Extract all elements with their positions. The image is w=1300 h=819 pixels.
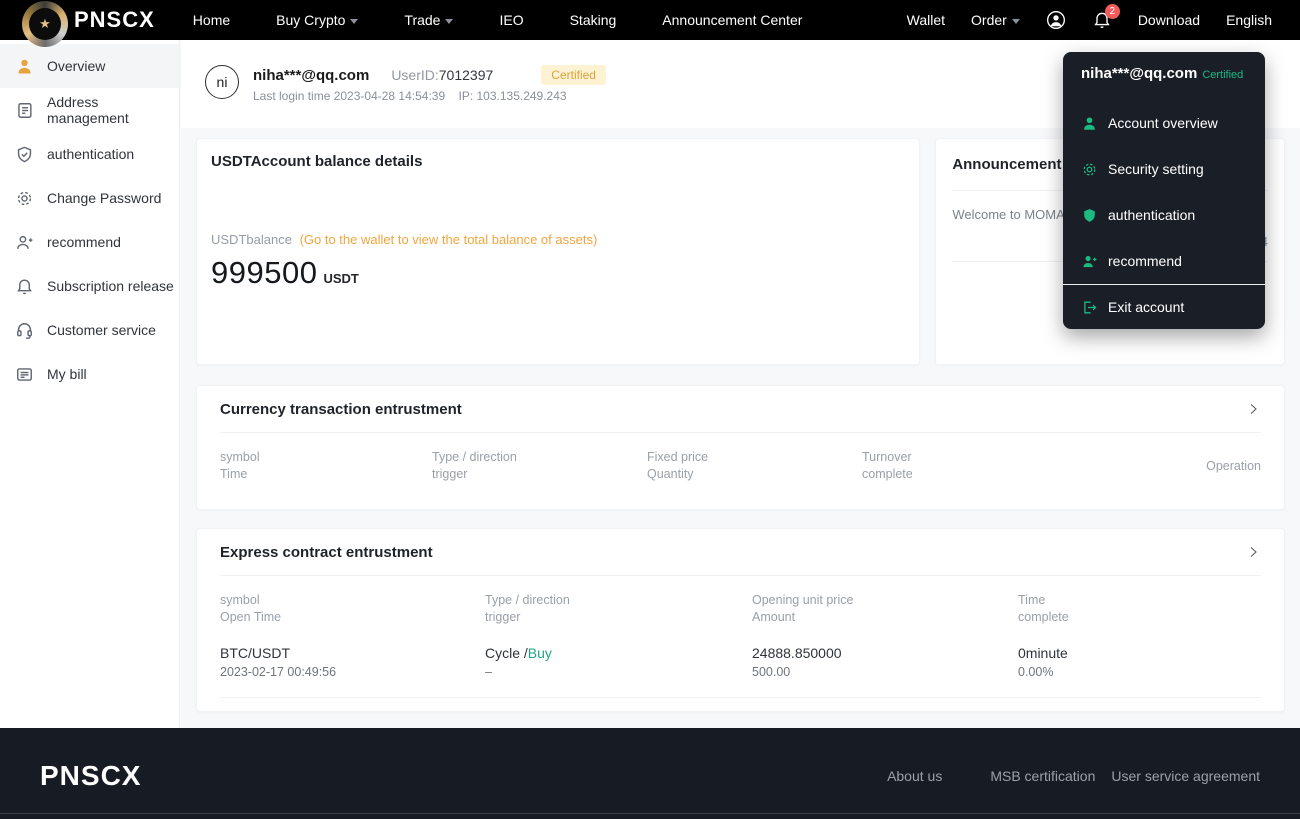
- currency-card-title: Currency transaction entrustment: [220, 401, 462, 418]
- login-meta: Last login time 2023-04-28 14:54:39 IP: …: [253, 89, 577, 103]
- sidebar-item-label: My bill: [47, 366, 87, 382]
- sidebar-item-label: Change Password: [47, 190, 161, 206]
- wallet-hint-link[interactable]: (Go to the wallet to view the total bala…: [300, 232, 598, 247]
- row-amount: 500.00: [752, 663, 1018, 681]
- nav-item-staking[interactable]: Staking: [570, 12, 617, 28]
- nav-item-order[interactable]: Order: [971, 12, 1020, 28]
- address-list-icon: [15, 101, 34, 120]
- sidebar-item-label: Overview: [47, 58, 105, 74]
- account-dropdown-menu: niha***@qq.com Certified Account overvie…: [1063, 52, 1265, 329]
- express-card-title: Express contract entrustment: [220, 544, 433, 561]
- footer-link-about-us[interactable]: About us: [887, 768, 942, 784]
- sidebar-item-subscription-release[interactable]: Subscription release: [0, 264, 179, 308]
- last-login-time: Last login time 2023-04-28 14:54:39: [253, 89, 445, 103]
- balance-amount: 999500: [211, 255, 317, 291]
- nav-item-download[interactable]: Download: [1138, 12, 1200, 28]
- sidebar-item-customer-service[interactable]: Customer service: [0, 308, 179, 352]
- row-time: 0minute: [1018, 644, 1261, 663]
- sidebar-item-label: authentication: [47, 146, 134, 162]
- bill-icon: [15, 365, 34, 384]
- avatar: ni: [205, 65, 239, 99]
- logout-icon: [1081, 299, 1098, 316]
- balance-label: USDTbalance: [211, 232, 292, 247]
- caret-down-icon: [1012, 19, 1020, 24]
- nav-items: Home Buy Crypto Trade IEO Staking Announ…: [193, 12, 803, 28]
- row-type-direction: Cycle /Buy: [485, 644, 752, 663]
- person-icon: [15, 57, 34, 76]
- nav-item-trade[interactable]: Trade: [404, 12, 453, 28]
- nav-right: Wallet Order 2 Download English: [907, 10, 1272, 30]
- menu-user-email: niha***@qq.com: [1081, 65, 1197, 82]
- menu-certified-label: Certified: [1202, 69, 1243, 81]
- nav-item-announcement-center[interactable]: Announcement Center: [662, 12, 802, 28]
- sidebar-item-address-management[interactable]: Address management: [0, 88, 179, 132]
- sidebar-item-authentication[interactable]: authentication: [0, 132, 179, 176]
- certified-badge: Certified: [541, 65, 606, 85]
- user-avatar-icon[interactable]: [1046, 10, 1066, 30]
- balance-currency: USDT: [323, 271, 358, 286]
- sidebar-item-label: recommend: [47, 234, 121, 250]
- caret-down-icon: [350, 19, 358, 24]
- sidebar-item-recommend[interactable]: recommend: [0, 220, 179, 264]
- login-ip: IP: 103.135.249.243: [458, 89, 566, 103]
- person-icon: [1081, 115, 1098, 132]
- nav-item-home[interactable]: Home: [193, 12, 230, 28]
- bell-icon: [15, 277, 34, 296]
- currency-entrustment-card: Currency transaction entrustment symbolT…: [196, 385, 1285, 510]
- footer-divider: [0, 813, 1300, 814]
- footer-brand: PNSCX: [40, 760, 141, 792]
- sidebar-item-change-password[interactable]: Change Password: [0, 176, 179, 220]
- nav-item-buy-crypto[interactable]: Buy Crypto: [276, 12, 358, 28]
- gear-icon: [15, 189, 34, 208]
- nav-item-language[interactable]: English: [1226, 12, 1272, 28]
- footer: PNSCX About us MSB certification User se…: [0, 728, 1300, 819]
- express-entrustment-card: Express contract entrustment symbolOpen …: [196, 528, 1285, 712]
- nav-item-ieo[interactable]: IEO: [499, 12, 523, 28]
- operation-column-header: Operation: [1191, 458, 1261, 475]
- brand-emblem-icon: ★: [22, 1, 68, 47]
- row-open-price: 24888.850000: [752, 644, 1018, 663]
- user-id: UserID:7012397: [391, 67, 493, 83]
- table-row: BTC/USDT 2023-02-17 00:49:56 Cycle /Buy …: [220, 644, 1261, 698]
- sidebar-item-label: Subscription release: [47, 278, 174, 294]
- menu-item-exit-account[interactable]: Exit account: [1081, 297, 1247, 317]
- sidebar: Overview Address management authenticati…: [0, 40, 180, 728]
- sidebar-item-overview[interactable]: Overview: [0, 44, 179, 88]
- chevron-right-icon[interactable]: [1245, 401, 1261, 417]
- top-navbar: ★ PNSCX Home Buy Crypto Trade IEO Stakin…: [0, 0, 1300, 40]
- gear-icon: [1081, 161, 1098, 178]
- brand-name: PNSCX: [74, 7, 155, 33]
- menu-item-authentication[interactable]: authentication: [1081, 205, 1247, 225]
- row-open-time: 2023-02-17 00:49:56: [220, 663, 485, 681]
- menu-divider: [1063, 284, 1265, 285]
- sidebar-item-my-bill[interactable]: My bill: [0, 352, 179, 396]
- headset-icon: [15, 321, 34, 340]
- menu-item-security-setting[interactable]: Security setting: [1081, 159, 1247, 179]
- caret-down-icon: [445, 19, 453, 24]
- footer-link-msb-certification[interactable]: MSB certification: [990, 768, 1095, 784]
- app-root: ★ PNSCX Home Buy Crypto Trade IEO Stakin…: [0, 0, 1300, 819]
- chevron-right-icon[interactable]: [1245, 544, 1261, 560]
- nav-item-wallet[interactable]: Wallet: [907, 12, 945, 28]
- row-trigger: –: [485, 663, 752, 681]
- user-email: niha***@qq.com: [253, 67, 369, 84]
- notification-badge: 2: [1105, 4, 1120, 19]
- sidebar-item-label: Address management: [47, 94, 179, 126]
- balance-card-title: USDTAccount balance details: [211, 153, 905, 170]
- footer-link-user-service-agreement[interactable]: User service agreement: [1111, 768, 1260, 784]
- menu-item-account-overview[interactable]: Account overview: [1081, 113, 1247, 133]
- brand-logo[interactable]: ★ PNSCX: [22, 0, 155, 47]
- balance-card: USDTAccount balance details USDTbalance …: [196, 138, 920, 365]
- express-table-header: symbolOpen Time Type / directiontrigger …: [220, 592, 1261, 626]
- currency-table-header: symbolTime Type / directiontrigger Fixed…: [220, 449, 1261, 497]
- shield-check-icon: [15, 145, 34, 164]
- person-plus-icon: [15, 233, 34, 252]
- row-symbol: BTC/USDT: [220, 644, 485, 663]
- row-complete: 0.00%: [1018, 663, 1261, 681]
- person-plus-icon: [1081, 253, 1098, 270]
- notification-bell-icon[interactable]: 2: [1092, 10, 1112, 30]
- menu-item-recommend[interactable]: recommend: [1081, 251, 1247, 271]
- shield-icon: [1081, 207, 1098, 224]
- sidebar-item-label: Customer service: [47, 322, 156, 338]
